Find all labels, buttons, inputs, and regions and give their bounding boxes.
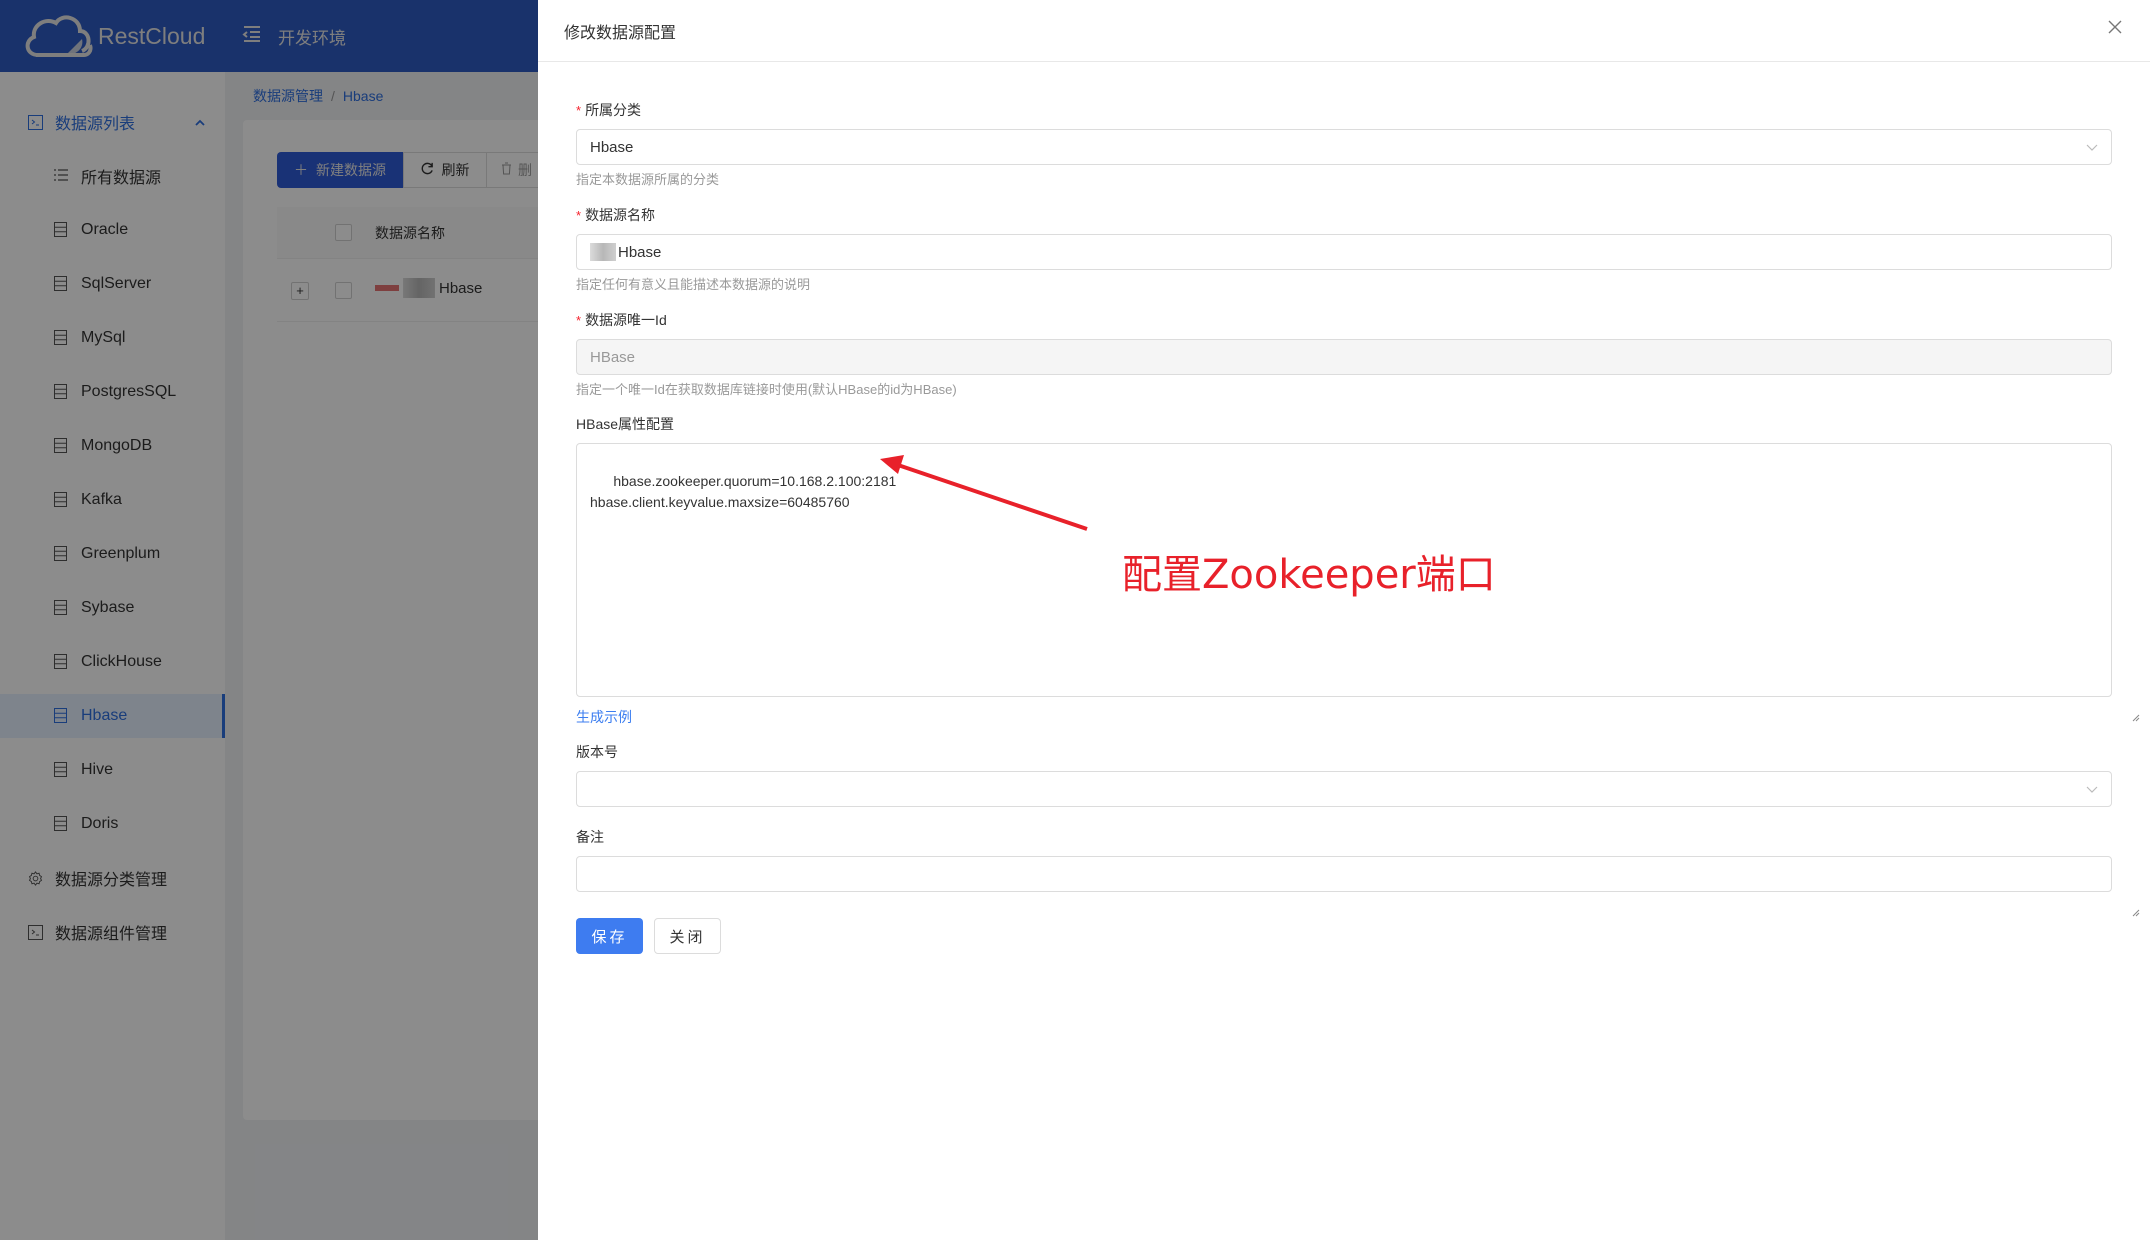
name-label: * 数据源名称	[576, 205, 2112, 225]
form-item-unique-id: * 数据源唯一Id HBase 指定一个唯一Id在获取数据库链接时使用(默认HB…	[576, 310, 2112, 397]
category-label: * 所属分类	[576, 100, 2112, 120]
unique-id-help: 指定一个唯一Id在获取数据库链接时使用(默认HBase的id为HBase)	[576, 382, 957, 397]
chevron-down-icon	[2085, 140, 2099, 154]
form-item-name: * 数据源名称 Hbase 指定任何有意义且能描述本数据源的说明	[576, 205, 2112, 292]
required-mark: *	[576, 207, 582, 223]
category-help: 指定本数据源所属的分类	[576, 172, 720, 187]
version-select[interactable]	[576, 771, 2112, 807]
required-mark: *	[576, 102, 582, 118]
unique-id-label-text: 数据源唯一Id	[585, 312, 667, 328]
category-select[interactable]: Hbase	[576, 129, 2112, 165]
annotation-text: 配置Zookeeper端口	[1122, 552, 1496, 598]
form-item-properties: HBase属性配置 hbase.zookeeper.quorum=10.168.…	[576, 414, 2140, 725]
drawer-title: 修改数据源配置	[564, 24, 677, 42]
close-button[interactable]: 关闭	[654, 918, 721, 954]
save-button[interactable]: 保存	[576, 918, 643, 954]
version-label-text: 版本号	[576, 744, 618, 760]
category-value: Hbase	[590, 138, 634, 156]
remark-label-text: 备注	[576, 829, 604, 845]
edit-datasource-drawer: 修改数据源配置 * 所属分类 Hbase 指定本数据源所属的分类 * 数据源名称…	[538, 0, 2150, 1240]
form-item-category: * 所属分类 Hbase 指定本数据源所属的分类	[576, 100, 2112, 187]
category-label-text: 所属分类	[585, 102, 642, 118]
unique-id-label: * 数据源唯一Id	[576, 310, 2112, 330]
resize-handle-icon[interactable]	[2101, 881, 2140, 917]
version-label: 版本号	[576, 742, 2112, 762]
name-input[interactable]: Hbase	[576, 234, 2112, 270]
properties-label-text: HBase属性配置	[576, 416, 675, 432]
unique-id-input: HBase	[576, 339, 2112, 375]
close-icon[interactable]	[2108, 20, 2128, 40]
name-help: 指定任何有意义且能描述本数据源的说明	[576, 277, 811, 292]
name-value: Hbase	[618, 243, 662, 261]
required-mark: *	[576, 312, 582, 328]
properties-value: hbase.zookeeper.quorum=10.168.2.100:2181…	[590, 473, 897, 510]
remark-textarea[interactable]	[576, 856, 2140, 917]
form-item-version: 版本号	[576, 742, 2112, 807]
redacted-text	[590, 243, 616, 261]
form-item-remark: 备注	[576, 827, 2140, 917]
properties-label: HBase属性配置	[576, 414, 2112, 434]
resize-handle-icon[interactable]	[2101, 686, 2140, 722]
name-label-text: 数据源名称	[585, 207, 656, 223]
chevron-down-icon	[2085, 782, 2099, 796]
generate-example-link[interactable]: 生成示例	[576, 707, 632, 727]
unique-id-value: HBase	[590, 348, 636, 366]
drawer-header: 修改数据源配置	[538, 0, 2150, 62]
remark-label: 备注	[576, 827, 2112, 847]
